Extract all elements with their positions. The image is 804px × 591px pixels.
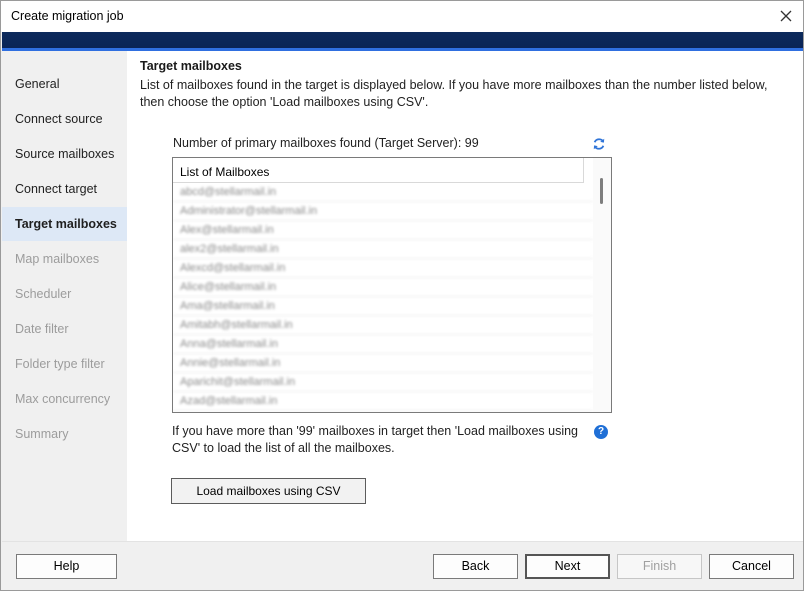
list-item[interactable]: Alice@stellarmail.in <box>173 278 593 297</box>
finish-button[interactable]: Finish <box>617 554 702 579</box>
sidebar-item-scheduler[interactable]: Scheduler <box>2 277 127 311</box>
sidebar-item-folder-type-filter[interactable]: Folder type filter <box>2 347 127 381</box>
sidebar-item-connect-source[interactable]: Connect source <box>2 102 127 136</box>
sidebar-item-target-mailboxes[interactable]: Target mailboxes <box>2 207 127 241</box>
list-item[interactable]: Azad@stellarmail.in <box>173 392 593 411</box>
list-scrollbar[interactable] <box>593 158 611 412</box>
sidebar-item-max-concurrency[interactable]: Max concurrency <box>2 382 127 416</box>
footer-divider <box>2 541 803 542</box>
header-banner <box>2 32 803 51</box>
help-icon[interactable]: ? <box>594 425 608 439</box>
list-item[interactable]: alex2@stellarmail.in <box>173 240 593 259</box>
page-description: List of mailboxes found in the target is… <box>140 78 768 109</box>
list-item[interactable]: abcd@stellarmail.in <box>173 183 593 202</box>
sidebar-item-map-mailboxes[interactable]: Map mailboxes <box>2 242 127 276</box>
target-mailboxes-panel: Target mailboxes List of mailboxes found… <box>127 51 803 541</box>
sidebar-item-date-filter[interactable]: Date filter <box>2 312 127 346</box>
help-button[interactable]: Help <box>16 554 117 579</box>
sidebar-item-source-mailboxes[interactable]: Source mailboxes <box>2 137 127 171</box>
list-item[interactable]: Annie@stellarmail.in <box>173 354 593 373</box>
scrollbar-thumb[interactable] <box>600 178 603 204</box>
refresh-icon[interactable] <box>592 137 606 151</box>
list-item[interactable]: Aparichit@stellarmail.in <box>173 373 593 392</box>
list-column-header[interactable]: List of Mailboxes <box>173 158 584 183</box>
back-button[interactable]: Back <box>433 554 518 579</box>
list-item[interactable]: Alex@stellarmail.in <box>173 221 593 240</box>
wizard-sidebar: General Connect source Source mailboxes … <box>2 51 127 541</box>
mailbox-count-label: Number of primary mailboxes found (Targe… <box>173 136 479 150</box>
title-bar: Create migration job <box>1 1 803 32</box>
migration-job-dialog: Create migration job General Connect sou… <box>0 0 804 591</box>
window-title: Create migration job <box>11 9 124 23</box>
load-mailboxes-csv-button[interactable]: Load mailboxes using CSV <box>171 478 366 504</box>
page-title: Target mailboxes <box>140 59 242 73</box>
list-item[interactable]: Ama@stellarmail.in <box>173 297 593 316</box>
list-header-label: List of Mailboxes <box>180 165 270 179</box>
close-icon <box>780 10 792 22</box>
list-item[interactable]: Anna@stellarmail.in <box>173 335 593 354</box>
sidebar-item-connect-target[interactable]: Connect target <box>2 172 127 206</box>
list-item[interactable]: Alexcd@stellarmail.in <box>173 259 593 278</box>
column-separator <box>583 158 584 183</box>
cancel-button[interactable]: Cancel <box>709 554 794 579</box>
next-button[interactable]: Next <box>525 554 610 579</box>
mailbox-rows: abcd@stellarmail.in Administrator@stellar… <box>173 183 593 411</box>
close-button[interactable] <box>773 3 799 29</box>
csv-info-text: If you have more than '99' mailboxes in … <box>172 424 579 455</box>
list-item[interactable]: Amitabh@stellarmail.in <box>173 316 593 335</box>
sidebar-item-general[interactable]: General <box>2 67 127 101</box>
sidebar-item-summary[interactable]: Summary <box>2 417 127 451</box>
mailbox-list[interactable]: List of Mailboxes abcd@stellarmail.in Adm… <box>172 157 612 413</box>
list-item[interactable]: Administrator@stellarmail.in <box>173 202 593 221</box>
